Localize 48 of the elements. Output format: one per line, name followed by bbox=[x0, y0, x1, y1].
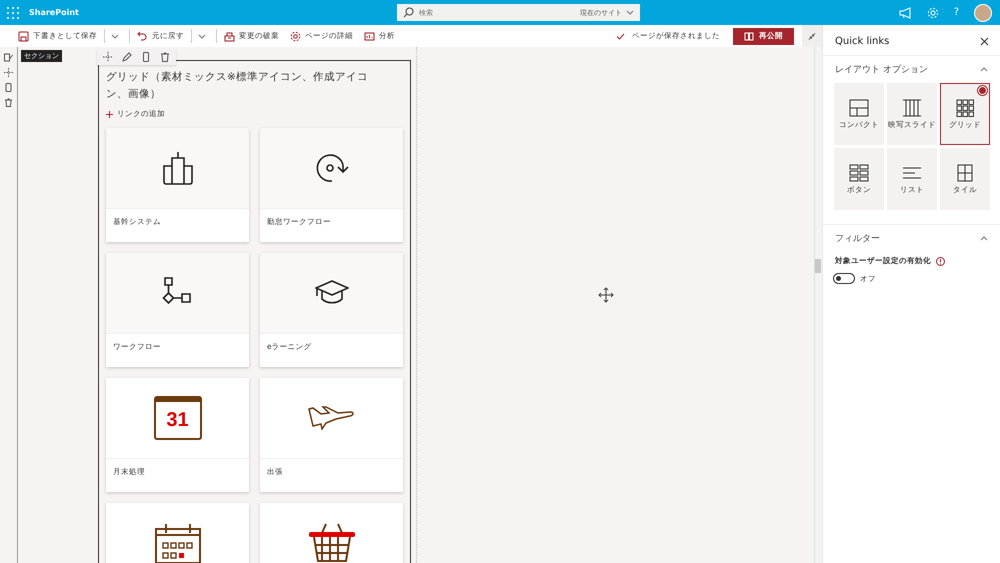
delete-icon[interactable] bbox=[160, 52, 170, 62]
section-heading[interactable]: レイアウト オプション bbox=[835, 63, 928, 76]
section-edit-icon[interactable] bbox=[4, 53, 13, 62]
webpart-title: グリッド（素材ミックス※標準アイコン、作成アイコン、画像） bbox=[106, 70, 369, 102]
collapse-icon bbox=[808, 32, 816, 40]
gear-icon bbox=[290, 30, 301, 42]
calendar-icon: 31 bbox=[154, 396, 202, 440]
discard-icon bbox=[224, 30, 235, 42]
toggle-switch[interactable] bbox=[833, 273, 855, 284]
caret-icon[interactable] bbox=[111, 34, 119, 38]
compact-layout-icon bbox=[849, 98, 869, 116]
building-icon bbox=[162, 151, 194, 185]
collapse-button[interactable] bbox=[802, 25, 822, 47]
airplane-icon bbox=[306, 406, 356, 430]
grid-icon bbox=[955, 98, 975, 116]
delete-icon[interactable] bbox=[4, 98, 13, 107]
rotate-icon bbox=[314, 153, 348, 183]
save-icon bbox=[18, 30, 29, 42]
graduation-cap-icon bbox=[314, 280, 348, 306]
caret-icon[interactable] bbox=[198, 34, 206, 38]
chevron-icon[interactable] bbox=[626, 10, 634, 15]
filmstrip-icon bbox=[902, 98, 922, 116]
info-icon[interactable] bbox=[936, 256, 945, 266]
move-icon[interactable] bbox=[4, 68, 13, 77]
panel-title: Quick links bbox=[835, 36, 890, 47]
chart-icon bbox=[364, 30, 375, 42]
edit-icon[interactable] bbox=[122, 52, 132, 62]
plus-icon bbox=[106, 110, 113, 118]
basket-icon bbox=[308, 523, 356, 563]
settings-icon[interactable] bbox=[926, 6, 939, 18]
copy-icon[interactable] bbox=[141, 52, 151, 62]
megaphone-icon[interactable] bbox=[898, 6, 912, 18]
search-icon bbox=[402, 7, 414, 18]
chevron-icon[interactable] bbox=[980, 67, 988, 72]
move-icon[interactable] bbox=[598, 287, 614, 303]
avatar[interactable] bbox=[974, 4, 992, 22]
close-icon[interactable] bbox=[980, 37, 989, 46]
calendar-icon bbox=[154, 523, 202, 563]
undo-icon bbox=[137, 30, 148, 42]
scrollbar[interactable] bbox=[814, 47, 822, 563]
button-grid-icon bbox=[849, 164, 869, 182]
move-icon[interactable] bbox=[103, 52, 113, 62]
chevron-icon[interactable] bbox=[980, 236, 988, 241]
tile-icon bbox=[955, 164, 975, 182]
section-heading[interactable]: フィルター bbox=[835, 232, 880, 245]
book-icon bbox=[744, 32, 754, 40]
copy-icon[interactable] bbox=[4, 83, 13, 92]
checkmark-icon bbox=[616, 32, 625, 40]
